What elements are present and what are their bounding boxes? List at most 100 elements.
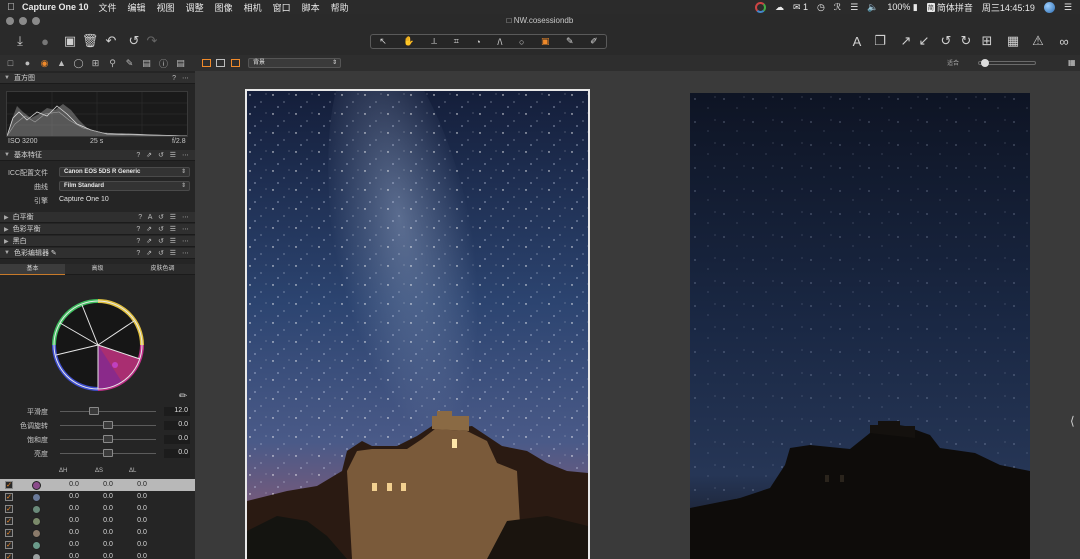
curve-select[interactable]: Film Standard ⇕ — [59, 181, 190, 191]
row-enable-checkbox[interactable]: ✓ — [5, 493, 13, 501]
thumbnail-size-icon[interactable]: ▦ — [1068, 58, 1076, 67]
local-adjust-tab-icon[interactable]: ✎ — [122, 57, 137, 70]
color-table-row[interactable]: ✓ 0.0 0.0 0.0 — [0, 515, 195, 527]
hue-rotation-thumb[interactable] — [103, 421, 113, 429]
color-table-row[interactable]: ✓ 0.0 0.0 0.0 — [0, 551, 195, 559]
wifi-icon[interactable]: ☰ — [850, 2, 858, 13]
lightness-value[interactable]: 0.0 — [164, 449, 190, 458]
collapse-panel-icon[interactable]: ⟨ — [1070, 414, 1080, 428]
menu-view[interactable]: 视图 — [157, 1, 175, 14]
section-controls[interactable]: ? A ↺ ☰ ⋯ — [138, 213, 191, 221]
row-enable-checkbox[interactable]: ✓ — [5, 541, 13, 549]
undo-icon[interactable]: ↶ — [103, 33, 119, 49]
row-enable-checkbox[interactable]: ✓ — [5, 481, 13, 489]
capture-tab-icon[interactable]: ● — [20, 57, 35, 70]
base-characteristics-header[interactable]: ▼ 基本特征 ? ⇗ ↺ ☰ ⋯ — [0, 150, 195, 161]
tab-advanced[interactable]: 高级 — [65, 264, 130, 275]
color-tab-icon[interactable]: ◉ — [37, 57, 52, 70]
row-enable-checkbox[interactable]: ✓ — [5, 517, 13, 525]
volume-icon[interactable]: 🔈 — [867, 2, 878, 13]
saturation-thumb[interactable] — [103, 435, 113, 443]
menu-camera[interactable]: 相机 — [244, 1, 262, 14]
adjustments-tab-icon[interactable]: ▤ — [139, 57, 154, 70]
input-method[interactable]: 简简体拼音 — [926, 1, 973, 14]
exposure-warning-icon[interactable]: ⚠ — [1030, 33, 1046, 49]
redo-adjust-icon[interactable]: ↻ — [958, 33, 974, 49]
apply-adjustments-icon[interactable]: ↙ — [916, 33, 932, 49]
battery-status[interactable]: 100% ▮ — [887, 2, 917, 13]
grid-icon[interactable]: ▦ — [1005, 33, 1021, 49]
copy-adjustments-icon[interactable]: ↗ — [898, 33, 914, 49]
pan-cursor-icon[interactable]: ✋ — [403, 36, 414, 47]
proof-glasses-icon[interactable]: ∞ — [1054, 33, 1074, 49]
new-folder-icon[interactable]: ▣ — [62, 33, 78, 49]
reset-icon[interactable]: ↺ — [938, 33, 954, 49]
color-balance-header[interactable]: ▶ 色彩平衡 ? ⇗ ↺ ☰ ⋯ — [0, 224, 195, 235]
multi-view-icon[interactable] — [202, 59, 211, 67]
menu-file[interactable]: 文件 — [99, 1, 117, 14]
app-status-icon[interactable] — [754, 1, 766, 13]
redo-icon[interactable]: ↷ — [144, 33, 160, 49]
messages-icon[interactable]: ✉ 1 — [793, 2, 808, 13]
zoom-slider[interactable] — [978, 59, 1036, 67]
color-table-row[interactable]: ✓ 0.0 0.0 0.0 — [0, 479, 195, 491]
color-picker-cursor-icon[interactable]: ▣ — [541, 36, 550, 47]
row-enable-checkbox[interactable]: ✓ — [5, 553, 13, 559]
background-select[interactable]: 背景 ⇕ — [248, 58, 341, 68]
select-cursor-icon[interactable]: ↖ — [379, 36, 387, 47]
section-controls[interactable]: ? ⇗ ↺ ☰ ⋯ — [136, 151, 191, 159]
color-swatch[interactable] — [32, 493, 41, 502]
section-controls[interactable]: ? ⇗ ↺ ☰ ⋯ — [136, 225, 191, 233]
apple-menu-icon[interactable]:  — [0, 2, 22, 13]
output-tab-icon[interactable]: ▤ — [173, 57, 188, 70]
rotate-cursor-icon[interactable]: ◔ — [475, 37, 480, 47]
stack-icon[interactable]: ❐ — [872, 33, 888, 49]
details-tab-icon[interactable]: ⚲ — [105, 57, 120, 70]
import-icon[interactable]: ⤓ — [12, 33, 28, 49]
menu-adjust[interactable]: 调整 — [186, 1, 204, 14]
text-tool-icon[interactable]: A — [849, 33, 865, 49]
saturation-value[interactable]: 0.0 — [164, 435, 190, 444]
zoom-slider-knob[interactable] — [981, 59, 989, 67]
color-wheel[interactable] — [52, 299, 144, 391]
trash-icon[interactable]: 🗑 — [82, 33, 99, 49]
camera-icon[interactable]: ● — [37, 33, 53, 49]
color-swatch[interactable] — [32, 553, 41, 559]
row-enable-checkbox[interactable]: ✓ — [5, 505, 13, 513]
menubar-clock[interactable]: 周三14:45:19 — [982, 1, 1035, 14]
color-table-row[interactable]: ✓ 0.0 0.0 0.0 — [0, 503, 195, 515]
user-avatar[interactable] — [1043, 1, 1055, 13]
menu-edit[interactable]: 编辑 — [128, 1, 146, 14]
exposure-tab-icon[interactable]: ▲ — [54, 57, 69, 70]
menu-script[interactable]: 脚本 — [302, 1, 320, 14]
proof-view-icon[interactable] — [231, 59, 240, 67]
smoothness-value[interactable]: 12.0 — [164, 407, 190, 416]
crop-cursor-icon[interactable]: ⌗ — [454, 36, 459, 47]
color-table-row[interactable]: ✓ 0.0 0.0 0.0 — [0, 539, 195, 551]
tab-basic[interactable]: 基本 — [0, 264, 65, 275]
row-enable-checkbox[interactable]: ✓ — [5, 529, 13, 537]
creative-cloud-icon[interactable]: ☁ — [775, 2, 784, 13]
color-swatch[interactable] — [32, 505, 41, 514]
color-swatch[interactable] — [32, 529, 41, 538]
brush-cursor-icon[interactable]: ✎ — [566, 36, 574, 47]
color-swatch[interactable] — [32, 517, 41, 526]
edit-pencil-icon[interactable]: ✎ — [51, 249, 57, 257]
section-controls[interactable]: ? ⇗ ↺ ☰ ⋯ — [136, 249, 191, 257]
smoothness-track[interactable] — [60, 411, 156, 412]
eyedropper-icon[interactable]: ✏ — [179, 391, 187, 402]
white-balance-header[interactable]: ▶ 白平衡 ? A ↺ ☰ ⋯ — [0, 212, 195, 223]
loupe-cursor-icon[interactable]: ⟂ — [431, 36, 437, 47]
color-swatch[interactable] — [32, 541, 41, 550]
spot-cursor-icon[interactable]: ○ — [519, 37, 524, 47]
photo-variant-selected[interactable] — [245, 89, 590, 559]
section-controls[interactable]: ? ⇗ ↺ ☰ ⋯ — [136, 237, 191, 245]
histogram-header[interactable]: ▼ 直方图 ? ⋯ — [0, 73, 195, 84]
color-swatch[interactable] — [32, 481, 41, 490]
menu-help[interactable]: 帮助 — [331, 1, 349, 14]
tab-skin-tone[interactable]: 皮肤色调 — [130, 264, 195, 275]
annotate-cursor-icon[interactable]: ✐ — [590, 36, 598, 47]
rotate-left-icon[interactable]: ↺ — [126, 33, 142, 49]
icc-profile-select[interactable]: Canon EOS 5DS R Generic ⇕ — [59, 167, 190, 177]
keystone-cursor-icon[interactable]: /\ — [497, 37, 502, 47]
